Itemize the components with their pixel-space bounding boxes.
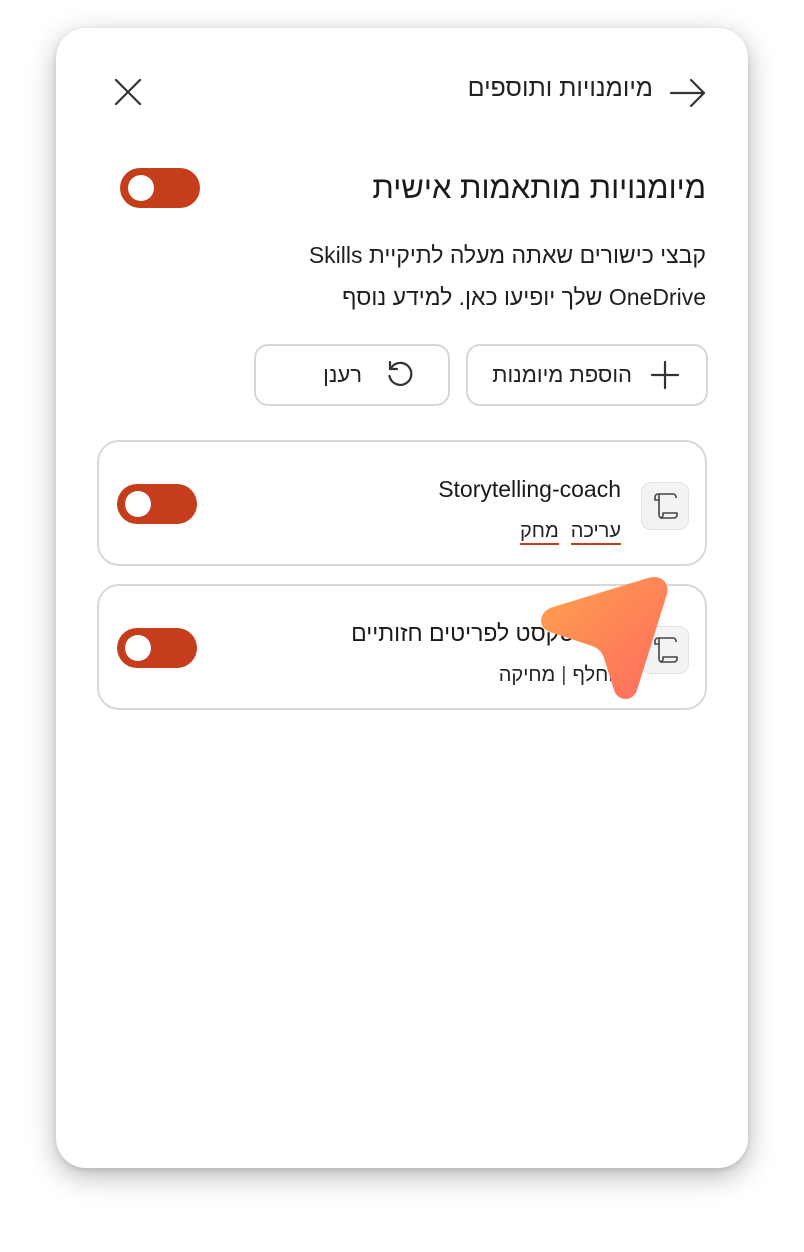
page-title: מיומנויות ותוספים — [467, 74, 653, 102]
refresh-label: רענן — [323, 362, 362, 387]
actions-separator: | — [561, 664, 567, 686]
refresh-icon — [384, 359, 416, 391]
skill-card: Storytelling-coach עריכה מחק — [97, 440, 707, 566]
scroll-icon — [641, 482, 689, 530]
toggle-knob — [128, 175, 154, 201]
skill-card: כסוי-טקסט לפריטים חזותיים החלף | מחיקה — [97, 584, 707, 710]
toggle-knob — [125, 491, 151, 517]
skill-actions: החלף | מחיקה — [499, 664, 621, 687]
delete-link[interactable]: מחק — [520, 520, 559, 545]
arrow-right-icon[interactable] — [668, 75, 708, 111]
close-icon[interactable] — [110, 74, 146, 110]
skills-panel: מיומנויות ותוספים מיומנויות מותאמות אישי… — [56, 28, 748, 1168]
add-skill-label: הוספת מיומנות — [492, 362, 632, 387]
skill-name: כסוי-טקסט לפריטים חזותיים — [351, 620, 621, 646]
plus-icon — [650, 360, 680, 390]
scroll-icon — [641, 626, 689, 674]
skill-name: Storytelling-coach — [438, 476, 621, 502]
skill-toggle[interactable] — [117, 484, 197, 524]
delete-link[interactable]: מחיקה — [499, 664, 556, 687]
replace-link[interactable]: החלף — [573, 664, 622, 687]
edit-link[interactable]: עריכה — [570, 520, 621, 545]
custom-skills-toggle[interactable] — [120, 168, 200, 208]
custom-skills-title: מיומנויות מותאמות אישית — [372, 170, 706, 205]
description-line-1: קבצי כישורים שאתה מעלה לתיקיית Skills — [308, 242, 706, 268]
skill-toggle[interactable] — [117, 628, 197, 668]
toggle-knob — [125, 635, 151, 661]
add-skill-button[interactable]: הוספת מיומנות — [466, 344, 708, 406]
description-line-2: OneDrive שלך יופיעו כאן. למידע נוסף — [342, 284, 706, 310]
skill-actions: עריכה מחק — [520, 520, 621, 545]
refresh-button[interactable]: רענן — [254, 344, 450, 406]
